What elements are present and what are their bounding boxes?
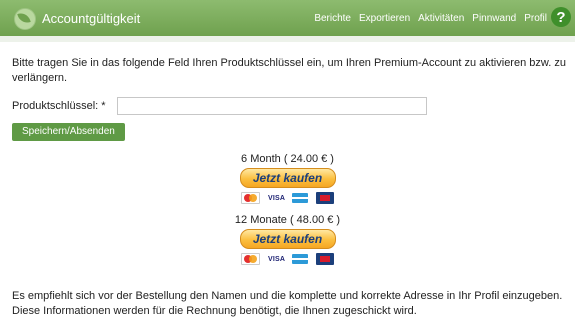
product-key-label: Produktschlüssel: * [12, 100, 106, 112]
leaf-logo-icon [14, 8, 36, 30]
sub-bar [0, 36, 575, 42]
product-key-input[interactable] [117, 97, 427, 115]
mastercard-icon [241, 192, 260, 204]
buy-now-button[interactable]: Jetzt kaufen [239, 229, 336, 249]
visa-icon: VISA [268, 255, 286, 263]
top-nav: Berichte Exportieren Aktivitäten Pinnwan… [314, 13, 547, 24]
card-icon [316, 253, 334, 265]
visa-icon: VISA [268, 194, 286, 202]
page-title: Accountgültigkeit [42, 11, 141, 26]
amex-icon [292, 254, 308, 264]
offer-12-month: 12 Monate ( 48.00 € ) Jetzt kaufen VISA [0, 214, 575, 265]
nav-profil[interactable]: Profil [524, 13, 547, 24]
help-icon[interactable]: ? [551, 7, 571, 27]
intro-text: Bitte tragen Sie in das folgende Feld Ih… [12, 57, 566, 84]
payment-cards: VISA [0, 253, 575, 265]
nav-exportieren[interactable]: Exportieren [359, 13, 410, 24]
save-submit-button[interactable]: Speichern/Absenden [12, 123, 125, 141]
offer-price: 12 Monate ( 48.00 € ) [234, 214, 341, 226]
footer-note: Es empfiehlt sich vor der Bestellung den… [12, 290, 563, 317]
header-bar: Accountgültigkeit Berichte Exportieren A… [0, 0, 575, 36]
nav-aktivitaeten[interactable]: Aktivitäten [418, 13, 464, 24]
amex-icon [292, 193, 308, 203]
payment-cards: VISA [0, 192, 575, 204]
mastercard-icon [241, 253, 260, 265]
nav-pinnwand[interactable]: Pinnwand [472, 13, 516, 24]
offer-price: 6 Month ( 24.00 € ) [241, 153, 334, 165]
nav-berichte[interactable]: Berichte [314, 13, 351, 24]
card-icon [316, 192, 334, 204]
buy-now-button[interactable]: Jetzt kaufen [239, 168, 336, 188]
offer-6-month: 6 Month ( 24.00 € ) Jetzt kaufen VISA [0, 153, 575, 204]
